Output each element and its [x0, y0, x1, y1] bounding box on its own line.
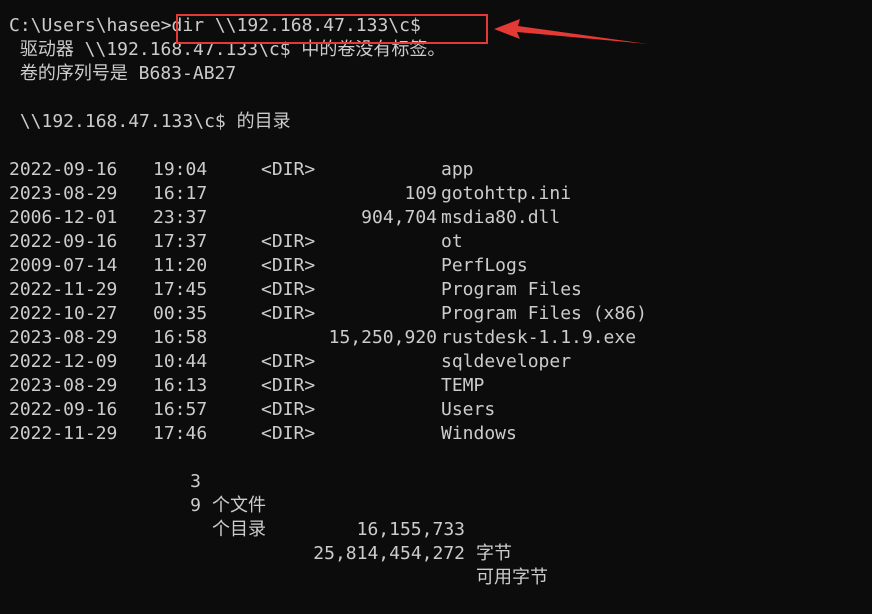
annotation-arrow-icon [494, 19, 648, 44]
dirs-bytes: 25,814,454,272 [313, 543, 465, 564]
dirs-label: 个目录 [212, 519, 266, 540]
files-unit: 字节 [476, 543, 512, 564]
files-bytes: 16,155,733 [356, 519, 465, 540]
dirs-unit: 可用字节 [476, 567, 548, 588]
